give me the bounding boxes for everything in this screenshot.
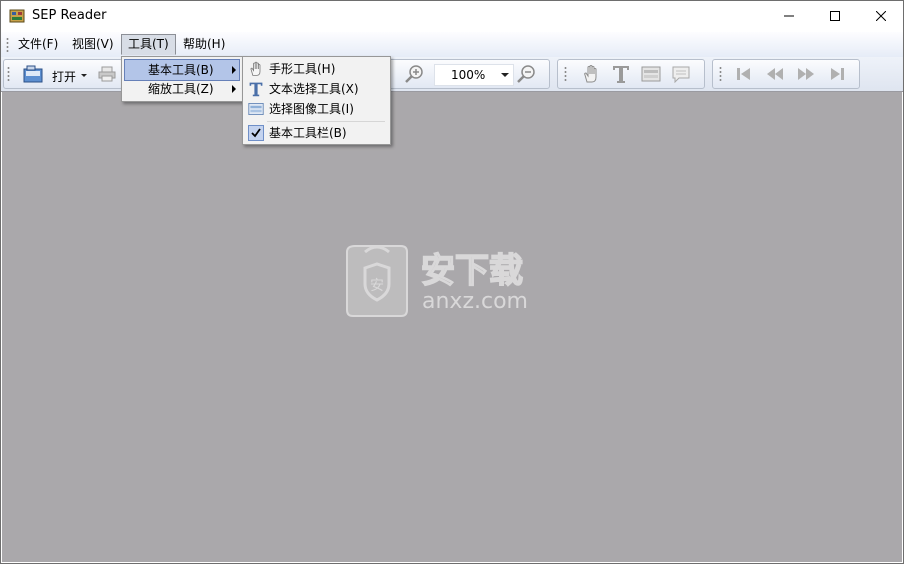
tools-menu-zoom-tools-label: 缩放工具(Z) (148, 82, 214, 96)
print-button[interactable] (96, 64, 118, 84)
title-bar[interactable]: SEP Reader (1, 1, 903, 31)
toolbar-grip[interactable] (564, 66, 567, 82)
toolbar-file-group: 打开 (3, 59, 123, 89)
submenu-basic-toolbar-label: 基本工具栏(B) (269, 126, 347, 140)
toolbar-grip[interactable] (7, 66, 10, 82)
zoom-in-icon (405, 65, 423, 83)
toolbar-navigation-group (712, 59, 860, 89)
submenu-basic-toolbar-toggle[interactable]: 基本工具栏(B) (245, 123, 388, 143)
menubar-grip[interactable] (6, 37, 9, 53)
submenu-arrow-icon (232, 66, 236, 74)
open-dropdown-arrow-icon[interactable] (81, 74, 87, 78)
checkmark-icon (251, 128, 261, 138)
close-icon (876, 11, 886, 21)
zoom-in-button[interactable] (403, 64, 425, 84)
menu-separator (267, 121, 385, 122)
svg-text:安: 安 (370, 278, 384, 294)
tools-menu-basic-tools[interactable]: 基本工具(B) (124, 59, 240, 81)
text-select-icon (613, 66, 629, 83)
image-select-button[interactable] (640, 64, 662, 84)
window-title: SEP Reader (32, 8, 107, 23)
first-page-button[interactable] (733, 64, 755, 84)
text-select-button[interactable] (610, 64, 632, 84)
minimize-icon (784, 15, 794, 17)
last-page-button[interactable] (826, 64, 848, 84)
submenu-image-select-tool[interactable]: 选择图像工具(I) (245, 99, 388, 119)
first-page-icon (737, 68, 750, 80)
menu-tools[interactable]: 工具(T) (121, 34, 176, 55)
submenu-image-select-tool-label: 选择图像工具(I) (269, 102, 354, 116)
basic-tools-submenu: 手形工具(H) 文本选择工具(X) 选择图像工具(I) 基本工具栏(B) (242, 56, 391, 145)
minimize-button[interactable] (766, 1, 812, 31)
previous-page-icon (767, 68, 783, 80)
open-button[interactable] (22, 64, 44, 84)
zoom-out-icon (517, 65, 535, 83)
menu-help[interactable]: 帮助(H) (177, 35, 231, 54)
tools-menu-zoom-tools[interactable]: 缩放工具(Z) (124, 79, 240, 99)
menu-bar: 文件(F) 视图(V) 工具(T) 帮助(H) (1, 32, 903, 57)
submenu-hand-tool[interactable]: 手形工具(H) (245, 59, 388, 79)
app-icon (9, 9, 25, 23)
image-select-icon (641, 66, 661, 82)
text-select-icon (249, 82, 263, 97)
last-page-icon (831, 68, 844, 80)
checkmark-box (248, 125, 264, 141)
app-window: SEP Reader 文件(F) 视图(V) 工具(T) 帮助(H) 打开 10… (0, 0, 904, 564)
hand-tool-button[interactable] (580, 64, 602, 84)
previous-page-button[interactable] (764, 64, 786, 84)
toolbar-grip[interactable] (719, 66, 722, 82)
print-icon (98, 66, 116, 82)
next-page-button[interactable] (795, 64, 817, 84)
svg-text:安下载: 安下载 (421, 251, 523, 291)
close-button[interactable] (858, 1, 903, 31)
zoom-level-select[interactable]: 100% (434, 64, 514, 86)
comment-icon (672, 66, 690, 83)
zoom-dropdown-arrow-icon[interactable] (501, 73, 509, 77)
hand-icon (584, 65, 597, 83)
document-view[interactable] (2, 92, 902, 562)
comment-button[interactable] (670, 64, 692, 84)
zoom-level-value: 100% (451, 68, 486, 82)
zoom-out-button[interactable] (515, 64, 537, 84)
menu-view[interactable]: 视图(V) (66, 35, 120, 54)
tools-menu-basic-tools-label: 基本工具(B) (148, 63, 214, 77)
submenu-text-select-tool-label: 文本选择工具(X) (269, 82, 359, 96)
submenu-arrow-icon (232, 85, 236, 93)
open-button-label[interactable]: 打开 (52, 68, 76, 85)
maximize-icon (830, 11, 840, 21)
watermark-text: anxz.com (422, 289, 528, 314)
next-page-icon (798, 68, 814, 80)
hand-icon (250, 61, 261, 76)
open-file-icon (23, 65, 43, 83)
submenu-hand-tool-label: 手形工具(H) (269, 62, 336, 76)
menu-file[interactable]: 文件(F) (12, 35, 64, 54)
image-select-icon (248, 103, 264, 115)
maximize-button[interactable] (812, 1, 858, 31)
tools-menu: 基本工具(B) 缩放工具(Z) (121, 56, 244, 102)
submenu-text-select-tool[interactable]: 文本选择工具(X) (245, 79, 388, 99)
toolbar-tools-group (557, 59, 705, 89)
